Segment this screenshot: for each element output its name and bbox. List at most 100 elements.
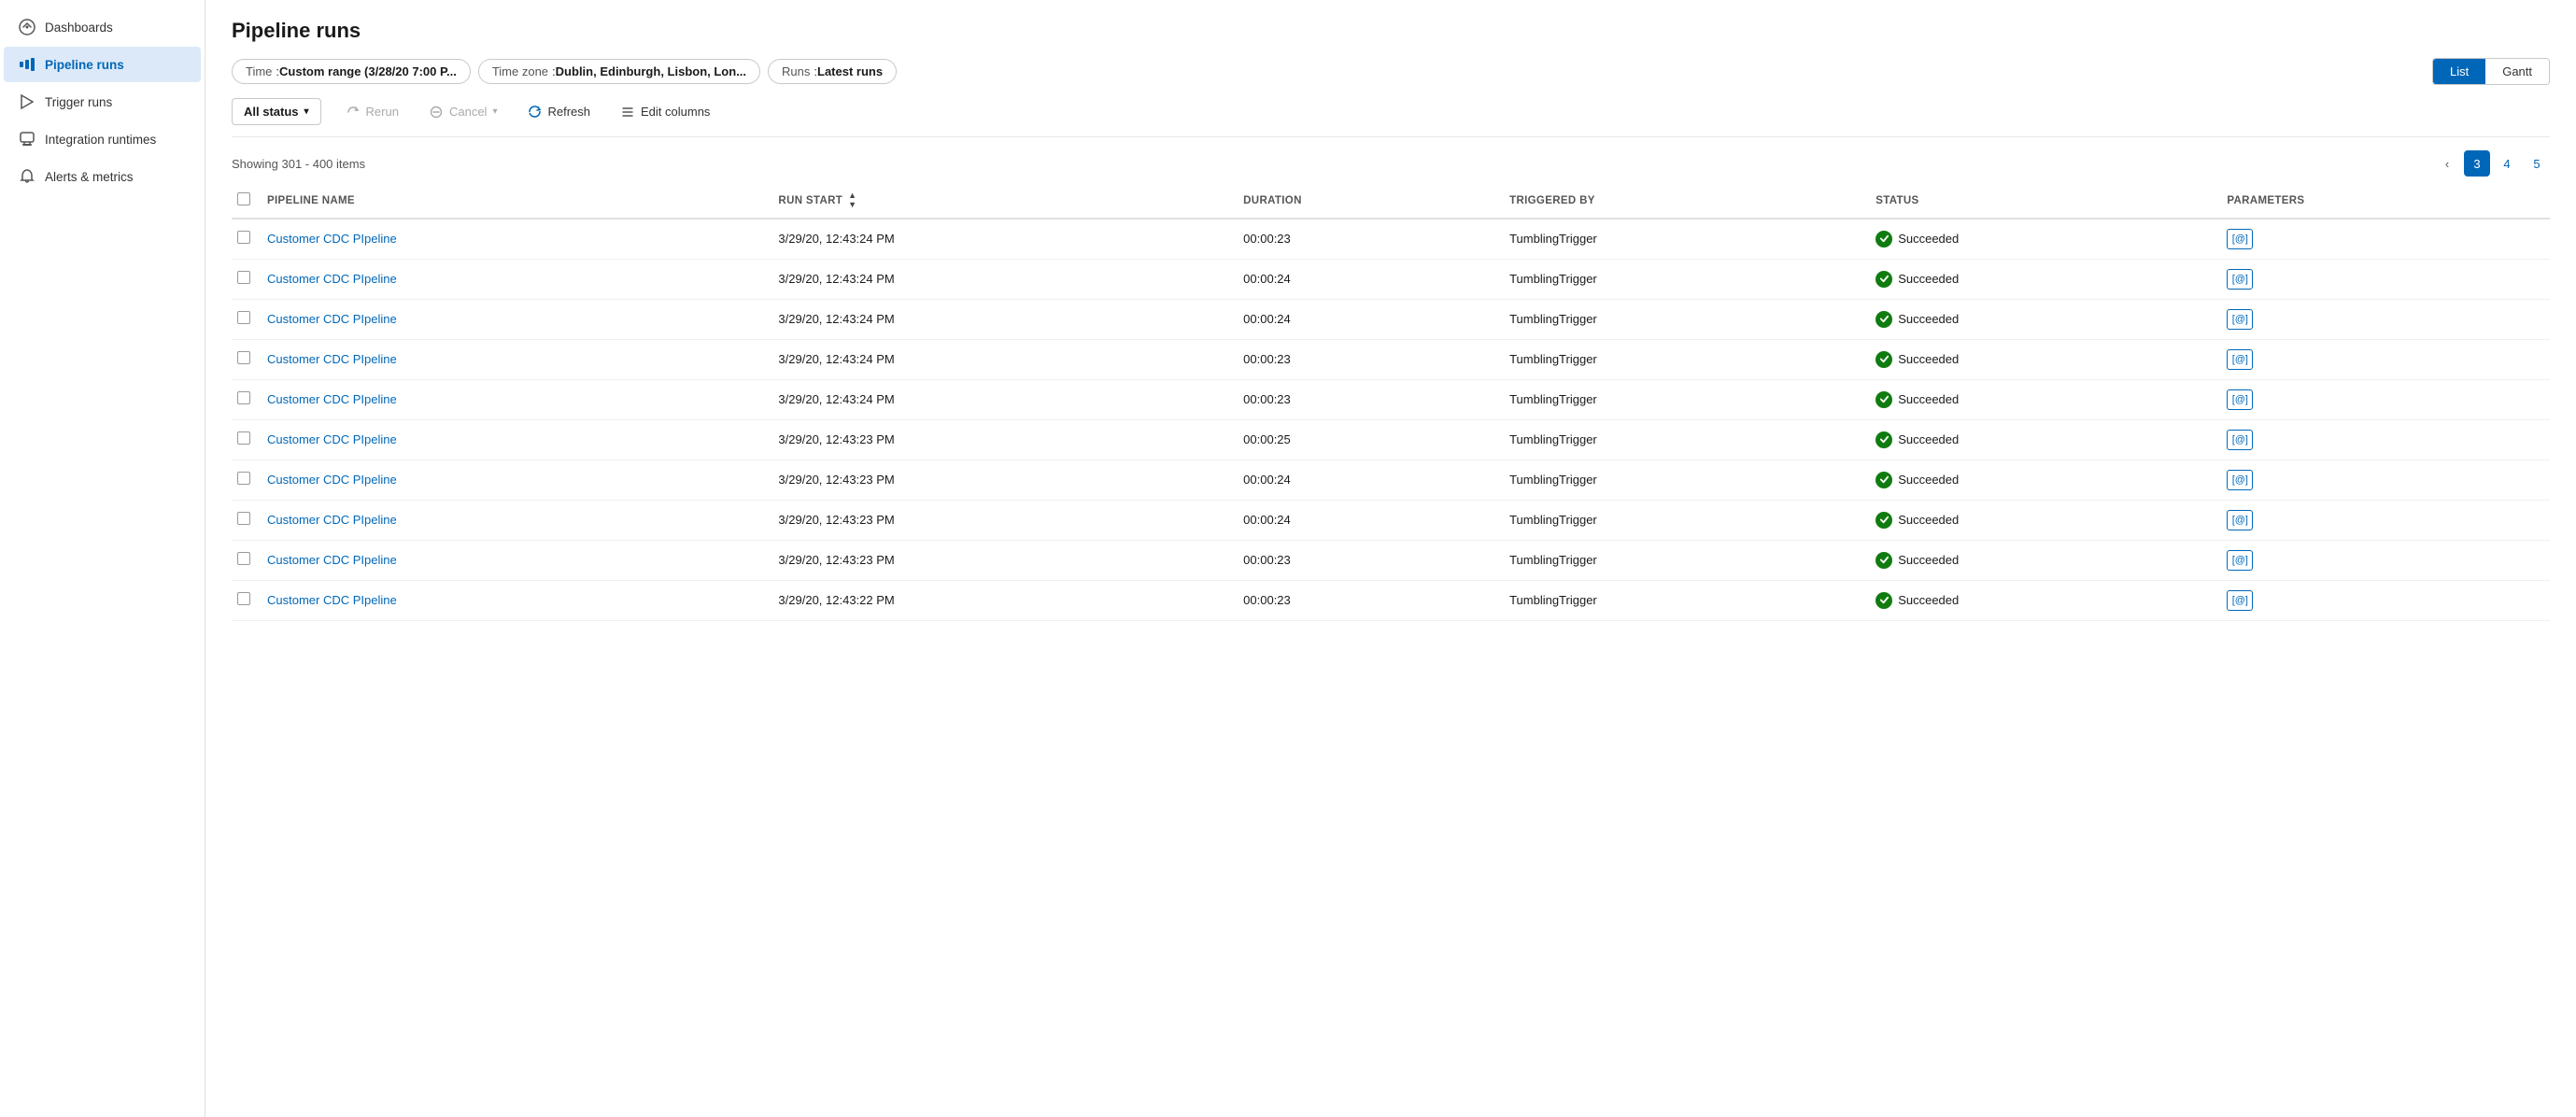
row-checkbox-cell: [232, 580, 258, 620]
sidebar-item-trigger-runs[interactable]: Trigger runs: [4, 84, 201, 120]
runs-filter[interactable]: Runs : Latest runs: [768, 59, 897, 84]
parameters-icon[interactable]: [@]: [2227, 550, 2253, 571]
time-filter[interactable]: Time : Custom range (3/28/20 7:00 P...: [232, 59, 471, 84]
time-filter-value: Custom range (3/28/20 7:00 P...: [279, 64, 457, 78]
edit-columns-label: Edit columns: [641, 105, 710, 119]
parameters-icon[interactable]: [@]: [2227, 389, 2253, 410]
sidebar-label-pipeline-runs: Pipeline runs: [45, 58, 124, 72]
parameters-icon[interactable]: [@]: [2227, 470, 2253, 490]
sidebar-item-pipeline-runs[interactable]: Pipeline runs: [4, 47, 201, 82]
timezone-filter-label: Time zone: [492, 64, 548, 78]
timezone-filter-value: Dublin, Edinburgh, Lisbon, Lon...: [556, 64, 746, 78]
parameters-icon[interactable]: [@]: [2227, 229, 2253, 249]
parameters-icon[interactable]: [@]: [2227, 309, 2253, 330]
status-dropdown[interactable]: All status ▾: [232, 98, 321, 125]
status-check-icon: [1875, 552, 1892, 569]
sidebar-item-dashboards[interactable]: Dashboards: [4, 9, 201, 45]
row-checkbox-cell: [232, 219, 258, 260]
edit-columns-icon: [620, 105, 635, 120]
pipeline-name-cell: Customer CDC PIpeline: [258, 419, 769, 460]
pipeline-name-link[interactable]: Customer CDC PIpeline: [267, 553, 397, 567]
parameters-icon[interactable]: [@]: [2227, 269, 2253, 290]
duration-cell: 00:00:23: [1234, 339, 1500, 379]
sidebar-item-alerts-metrics[interactable]: Alerts & metrics: [4, 159, 201, 194]
parameters-icon[interactable]: [@]: [2227, 430, 2253, 450]
row-checkbox[interactable]: [237, 552, 250, 565]
parameters-icon[interactable]: [@]: [2227, 590, 2253, 611]
row-checkbox[interactable]: [237, 431, 250, 445]
row-checkbox-cell: [232, 540, 258, 580]
rerun-button[interactable]: Rerun: [333, 99, 412, 125]
pagination-page-4[interactable]: 4: [2494, 150, 2520, 177]
parameters-icon[interactable]: [@]: [2227, 349, 2253, 370]
list-view-button[interactable]: List: [2433, 59, 2485, 84]
pipeline-name-cell: Customer CDC PIpeline: [258, 460, 769, 500]
pipeline-name-link[interactable]: Customer CDC PIpeline: [267, 392, 397, 406]
refresh-label: Refresh: [547, 105, 590, 119]
row-checkbox[interactable]: [237, 271, 250, 284]
cancel-button[interactable]: Cancel ▾: [416, 99, 511, 125]
run-start-cell: 3/29/20, 12:43:22 PM: [769, 580, 1234, 620]
pipeline-name-link[interactable]: Customer CDC PIpeline: [267, 232, 397, 246]
refresh-button[interactable]: Refresh: [514, 99, 603, 125]
timezone-filter[interactable]: Time zone : Dublin, Edinburgh, Lisbon, L…: [478, 59, 760, 84]
pipeline-name-link[interactable]: Customer CDC PIpeline: [267, 272, 397, 286]
status-check-icon: [1875, 351, 1892, 368]
triggered-by-cell: TumblingTrigger: [1500, 379, 1866, 419]
row-checkbox[interactable]: [237, 351, 250, 364]
row-checkbox[interactable]: [237, 512, 250, 525]
toolbar: All status ▾ Rerun Cancel ▾: [232, 98, 2550, 137]
select-all-checkbox[interactable]: [237, 192, 250, 205]
parameters-icon[interactable]: [@]: [2227, 510, 2253, 530]
duration-cell: 00:00:24: [1234, 259, 1500, 299]
gantt-view-button[interactable]: Gantt: [2485, 59, 2549, 84]
trigger-icon: [19, 93, 35, 110]
row-checkbox[interactable]: [237, 391, 250, 404]
pagination-page-5[interactable]: 5: [2524, 150, 2550, 177]
run-start-header[interactable]: RUN START ▲ ▼: [769, 184, 1234, 219]
row-checkbox[interactable]: [237, 231, 250, 244]
duration-header: DURATION: [1234, 184, 1500, 219]
sidebar-item-integration-runtimes[interactable]: Integration runtimes: [4, 121, 201, 157]
row-checkbox[interactable]: [237, 472, 250, 485]
table-row: Customer CDC PIpeline 3/29/20, 12:43:23 …: [232, 500, 2550, 540]
pagination-page-3[interactable]: 3: [2464, 150, 2490, 177]
view-toggle: List Gantt: [2432, 58, 2550, 85]
parameters-cell: [@]: [2217, 219, 2550, 260]
pipeline-name-link[interactable]: Customer CDC PIpeline: [267, 473, 397, 487]
run-start-cell: 3/29/20, 12:43:24 PM: [769, 259, 1234, 299]
pipeline-name-link[interactable]: Customer CDC PIpeline: [267, 352, 397, 366]
alert-icon: [19, 168, 35, 185]
pagination-prev[interactable]: ‹: [2434, 150, 2460, 177]
parameters-cell: [@]: [2217, 299, 2550, 339]
chevron-down-icon: ▾: [304, 106, 309, 117]
status-check-icon: [1875, 391, 1892, 408]
dashboard-icon: [19, 19, 35, 35]
row-checkbox[interactable]: [237, 592, 250, 605]
pipeline-name-link[interactable]: Customer CDC PIpeline: [267, 432, 397, 446]
status-label: Succeeded: [1898, 312, 1959, 326]
page-title: Pipeline runs: [232, 19, 2550, 43]
pipeline-name-link[interactable]: Customer CDC PIpeline: [267, 593, 397, 607]
status-header: STATUS: [1866, 184, 2217, 219]
select-all-header: [232, 184, 258, 219]
edit-columns-button[interactable]: Edit columns: [607, 99, 723, 125]
status-check-icon: [1875, 271, 1892, 288]
row-checkbox-cell: [232, 419, 258, 460]
pipeline-name-link[interactable]: Customer CDC PIpeline: [267, 513, 397, 527]
row-checkbox[interactable]: [237, 311, 250, 324]
parameters-header: PARAMETERS: [2217, 184, 2550, 219]
row-checkbox-cell: [232, 379, 258, 419]
pipeline-name-cell: Customer CDC PIpeline: [258, 219, 769, 260]
status-check-icon: [1875, 231, 1892, 247]
table-body: Customer CDC PIpeline 3/29/20, 12:43:24 …: [232, 219, 2550, 621]
pipeline-name-cell: Customer CDC PIpeline: [258, 299, 769, 339]
triggered-by-cell: TumblingTrigger: [1500, 460, 1866, 500]
pipeline-name-link[interactable]: Customer CDC PIpeline: [267, 312, 397, 326]
parameters-cell: [@]: [2217, 500, 2550, 540]
runtime-icon: [19, 131, 35, 148]
run-start-sort[interactable]: RUN START ▲ ▼: [778, 191, 856, 210]
duration-cell: 00:00:24: [1234, 460, 1500, 500]
status-label: Succeeded: [1898, 473, 1959, 487]
status-check-icon: [1875, 472, 1892, 488]
